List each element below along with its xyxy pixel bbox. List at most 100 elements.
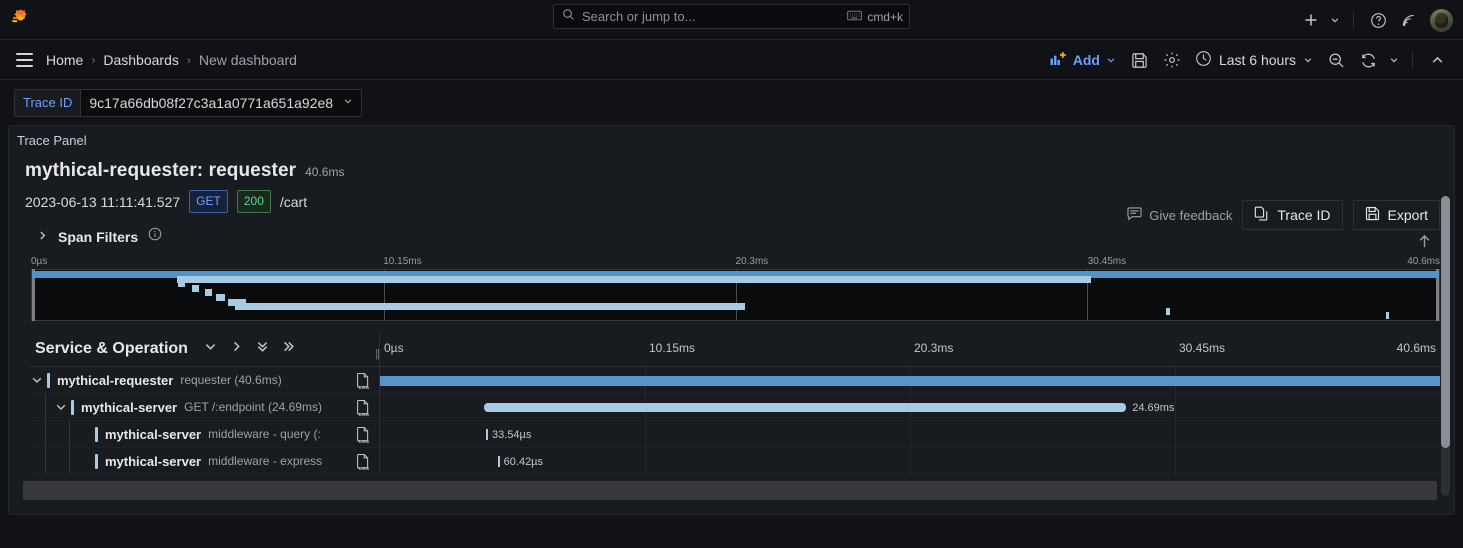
export-button[interactable]: Export bbox=[1352, 200, 1440, 230]
indent-guide bbox=[69, 421, 70, 447]
service-color-bar bbox=[95, 426, 98, 442]
variable-label: Trace ID bbox=[14, 88, 81, 117]
trace-duration: 40.6ms bbox=[305, 165, 345, 179]
breadcrumb-item-new-dashboard: New dashboard bbox=[198, 51, 297, 68]
minimap-tick-4: 40.6ms bbox=[1407, 256, 1440, 267]
trace-timestamp: 2023-06-13 11:11:41.527 bbox=[25, 193, 181, 210]
expand-one-level-button[interactable] bbox=[230, 340, 243, 358]
trace-minimap[interactable]: 0µs 10.15ms 20.3ms 30.45ms 40.6ms bbox=[31, 256, 1440, 321]
minimap-tick-0: 0µs bbox=[31, 256, 48, 267]
panel-content: mythical-requester: requester 40.6ms 202… bbox=[9, 154, 1454, 514]
table-row[interactable]: mythical-requester requester (40.6ms) LOG bbox=[31, 367, 1440, 394]
save-icon bbox=[1365, 206, 1380, 224]
arrow-up-icon[interactable] bbox=[1417, 234, 1432, 253]
table-row[interactable]: mythical-server middleware - query (: LOG… bbox=[31, 421, 1440, 448]
topbar-divider bbox=[1353, 11, 1354, 29]
grafana-logo-icon[interactable] bbox=[0, 8, 40, 31]
span-duration-bar[interactable] bbox=[486, 429, 488, 440]
table-row[interactable]: mythical-server GET /:endpoint (24.69ms) … bbox=[31, 394, 1440, 421]
refresh-dashboard-button[interactable] bbox=[1352, 46, 1384, 74]
save-dashboard-button[interactable] bbox=[1124, 46, 1156, 74]
hamburger-menu-icon[interactable] bbox=[8, 44, 40, 76]
minimap-span-bar bbox=[178, 280, 186, 288]
top-navigation-bar: Search or jump to... cmd+k bbox=[0, 0, 1463, 40]
refresh-interval-caret[interactable] bbox=[1384, 46, 1404, 74]
span-logs-icon[interactable]: LOG bbox=[356, 426, 371, 447]
indent-guide bbox=[45, 448, 46, 474]
minimap-canvas[interactable] bbox=[31, 269, 1440, 321]
span-service-name: mythical-requester bbox=[57, 372, 174, 388]
span-label-cell[interactable]: mythical-server middleware - express LOG bbox=[31, 448, 379, 474]
span-bar-cell[interactable]: 60.42µs bbox=[379, 448, 1440, 474]
span-label-cell[interactable]: mythical-requester requester (40.6ms) LOG bbox=[31, 367, 379, 393]
search-icon bbox=[562, 8, 575, 26]
add-button[interactable]: Add bbox=[1042, 46, 1124, 74]
create-new-caret[interactable] bbox=[1326, 5, 1344, 35]
minimap-span-bar bbox=[1166, 307, 1170, 315]
search-input[interactable]: Search or jump to... cmd+k bbox=[553, 4, 910, 29]
span-operation-name: requester (40.6ms) bbox=[180, 373, 282, 387]
trace-url: /cart bbox=[279, 193, 308, 210]
create-new-button[interactable] bbox=[1296, 5, 1326, 35]
bar-chart-plus-icon bbox=[1050, 51, 1067, 69]
table-row[interactable]: mythical-server middleware - express LOG 6… bbox=[31, 448, 1440, 475]
news-button[interactable] bbox=[1393, 5, 1423, 35]
dashboard-toolbar-actions: Add Last 6 hours bbox=[1042, 40, 1453, 80]
span-duration-bar[interactable] bbox=[380, 376, 1440, 386]
span-bar-cell[interactable] bbox=[379, 367, 1440, 393]
span-operation-name: middleware - query (: bbox=[208, 427, 321, 441]
panel-title: Trace Panel bbox=[17, 132, 87, 148]
collapse-one-level-button[interactable] bbox=[204, 340, 217, 358]
span-operation-name: middleware - express bbox=[208, 454, 323, 468]
timeline-gridline bbox=[910, 421, 911, 447]
add-button-label: Add bbox=[1072, 52, 1100, 68]
minimap-tick-1: 10.15ms bbox=[383, 256, 422, 267]
panel-vertical-scrollbar[interactable] bbox=[1441, 196, 1450, 496]
comment-icon bbox=[1127, 206, 1142, 224]
span-expand-toggle[interactable] bbox=[31, 401, 71, 413]
collapse-all-button[interactable] bbox=[256, 340, 269, 358]
breadcrumb-separator: › bbox=[186, 52, 191, 67]
give-feedback-link[interactable]: Give feedback bbox=[1127, 206, 1232, 224]
dashboard-settings-button[interactable] bbox=[1156, 46, 1188, 74]
keyboard-icon bbox=[847, 10, 863, 24]
breadcrumb-item-dashboards[interactable]: Dashboards bbox=[103, 52, 179, 68]
search-placeholder: Search or jump to... bbox=[582, 9, 696, 24]
timeline-horizontal-scrollbar[interactable] bbox=[23, 481, 1437, 500]
help-button[interactable] bbox=[1363, 5, 1393, 35]
time-range-picker[interactable]: Last 6 hours bbox=[1188, 46, 1320, 74]
collapse-toolbar-button[interactable] bbox=[1421, 46, 1453, 74]
clock-icon bbox=[1195, 50, 1212, 70]
minimap-span-bar bbox=[205, 289, 213, 297]
minimap-span-bar bbox=[234, 303, 746, 311]
span-bar-cell[interactable]: 24.69ms bbox=[379, 394, 1440, 420]
breadcrumb-toolbar: Home › Dashboards › New dashboard Add La… bbox=[0, 40, 1463, 80]
span-duration-bar[interactable] bbox=[483, 403, 1127, 412]
variable-value-dropdown[interactable]: 9c17a66db08f27c3a1a0771a651a92e8 bbox=[80, 88, 363, 117]
topbar-actions bbox=[1296, 0, 1453, 40]
zoom-out-time-range-button[interactable] bbox=[1320, 46, 1352, 74]
service-operation-column-header: Service & Operation || bbox=[31, 331, 380, 366]
span-service-name: mythical-server bbox=[105, 453, 202, 469]
copy-icon bbox=[1254, 206, 1269, 224]
span-label-cell[interactable]: mythical-server middleware - query (: LOG bbox=[31, 421, 379, 447]
span-bar-cell[interactable]: 33.54µs bbox=[379, 421, 1440, 447]
span-expand-toggle[interactable] bbox=[31, 374, 47, 386]
trace-header: mythical-requester: requester 40.6ms 202… bbox=[9, 154, 1454, 230]
span-label-cell[interactable]: mythical-server GET /:endpoint (24.69ms) … bbox=[31, 394, 379, 420]
trace-panel: Trace Panel mythical-requester: requeste… bbox=[8, 125, 1455, 515]
span-logs-icon[interactable]: LOG bbox=[356, 399, 371, 420]
scrollbar-thumb[interactable] bbox=[1441, 196, 1450, 448]
minimap-tick-2: 20.3ms bbox=[735, 256, 769, 267]
info-circle-icon[interactable] bbox=[148, 227, 162, 246]
span-logs-icon[interactable]: LOG bbox=[356, 453, 371, 474]
span-duration-label: 60.42µs bbox=[503, 456, 544, 468]
toolbar-divider bbox=[1412, 51, 1413, 69]
span-operation-name: GET /:endpoint (24.69ms) bbox=[184, 400, 322, 414]
span-logs-icon[interactable]: LOG bbox=[356, 372, 371, 393]
span-duration-bar[interactable] bbox=[497, 456, 500, 467]
avatar[interactable] bbox=[1430, 8, 1453, 32]
breadcrumb-item-home[interactable]: Home bbox=[46, 52, 83, 68]
expand-all-button[interactable] bbox=[282, 340, 295, 358]
trace-id-button[interactable]: Trace ID bbox=[1242, 200, 1343, 230]
